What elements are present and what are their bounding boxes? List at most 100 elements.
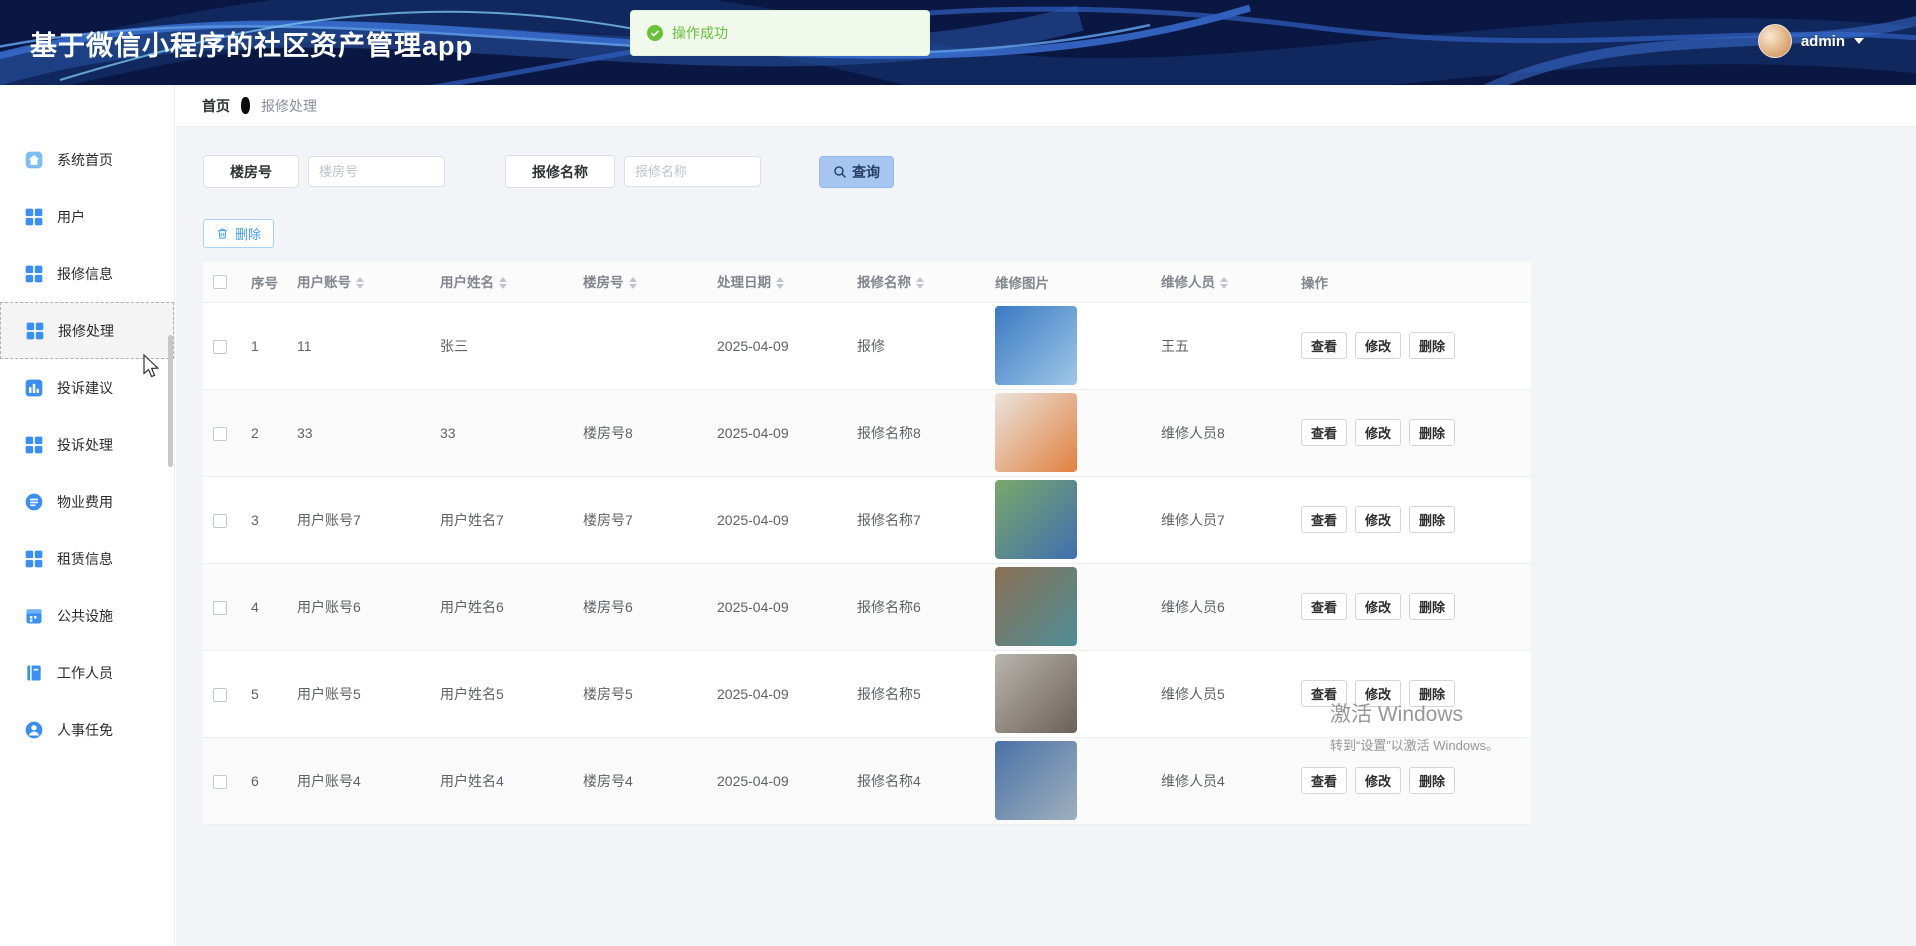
sidebar-item-5[interactable]: 投诉处理 [0, 416, 174, 473]
repair-photo[interactable] [995, 567, 1077, 646]
table-header-row: 序号用户账号用户姓名楼房号处理日期报修名称维修图片维修人员操作 [203, 262, 1531, 302]
repair-photo[interactable] [995, 741, 1077, 820]
user-menu[interactable]: admin [1758, 24, 1864, 58]
view-button[interactable]: 查看 [1301, 767, 1347, 794]
select-all-checkbox[interactable] [213, 275, 227, 289]
cell-repair: 报修名称4 [847, 737, 985, 824]
book-icon [24, 663, 44, 683]
row-checkbox[interactable] [213, 514, 227, 528]
cell-date: 2025-04-09 [707, 302, 847, 389]
column-label: 报修名称 [857, 275, 911, 290]
user-icon [24, 720, 44, 740]
repair-name-input[interactable] [624, 156, 761, 187]
row-checkbox[interactable] [213, 340, 227, 354]
table-row: 23333楼房号82025-04-09报修名称8维修人员8查看修改删除 [203, 389, 1531, 476]
row-checkbox[interactable] [213, 601, 227, 615]
cell-account: 用户账号7 [287, 476, 430, 563]
sort-icon[interactable] [356, 273, 364, 293]
query-button[interactable]: 查询 [819, 156, 894, 188]
sidebar-item-10[interactable]: 人事任免 [0, 701, 174, 758]
cell-index: 1 [241, 302, 287, 389]
bulk-delete-label: 删除 [235, 224, 261, 243]
delete-button[interactable]: 删除 [1409, 506, 1455, 533]
sidebar-item-9[interactable]: 工作人员 [0, 644, 174, 701]
sort-icon[interactable] [776, 273, 784, 293]
breadcrumb-home[interactable]: 首页 [202, 96, 230, 116]
repair-photo[interactable] [995, 306, 1077, 385]
breadcrumb: 首页 报修处理 [176, 85, 1916, 127]
delete-button[interactable]: 删除 [1409, 419, 1455, 446]
row-checkbox[interactable] [213, 427, 227, 441]
column-header-4[interactable]: 处理日期 [707, 262, 847, 302]
cell-account: 11 [287, 302, 430, 389]
sidebar-item-2[interactable]: 报修信息 [0, 245, 174, 302]
edit-button[interactable]: 修改 [1355, 593, 1401, 620]
cell-worker: 维修人员7 [1151, 476, 1291, 563]
column-header-7[interactable]: 维修人员 [1151, 262, 1291, 302]
delete-button[interactable]: 删除 [1409, 767, 1455, 794]
cell-index: 5 [241, 650, 287, 737]
edit-button[interactable]: 修改 [1355, 332, 1401, 359]
sidebar-item-8[interactable]: 公共设施 [0, 587, 174, 644]
building-filter-label-button[interactable]: 楼房号 [203, 155, 299, 188]
cell-building [573, 302, 707, 389]
cell-worker: 维修人员8 [1151, 389, 1291, 476]
menu-icon [24, 492, 44, 512]
sidebar-item-label: 公共设施 [57, 606, 113, 626]
cell-building: 楼房号7 [573, 476, 707, 563]
cell-index: 6 [241, 737, 287, 824]
cell-index: 3 [241, 476, 287, 563]
app-title: 基于微信小程序的社区资产管理app [30, 24, 473, 63]
repair-photo[interactable] [995, 654, 1077, 733]
cell-name: 33 [430, 389, 573, 476]
sidebar-item-1[interactable]: 用户 [0, 188, 174, 245]
chart-icon [24, 378, 44, 398]
toolbar: 删除 [203, 219, 1888, 248]
column-header-1[interactable]: 用户账号 [287, 262, 430, 302]
sort-icon[interactable] [629, 273, 637, 293]
column-header-2[interactable]: 用户姓名 [430, 262, 573, 302]
table-row: 111张三2025-04-09报修王五查看修改删除 [203, 302, 1531, 389]
building-input[interactable] [308, 156, 445, 187]
sidebar-item-label: 物业费用 [57, 492, 113, 512]
repair-name-filter-label-button[interactable]: 报修名称 [505, 155, 615, 188]
column-header-5[interactable]: 报修名称 [847, 262, 985, 302]
row-checkbox[interactable] [213, 775, 227, 789]
column-label: 用户姓名 [440, 275, 494, 290]
bulk-delete-button[interactable]: 删除 [203, 219, 274, 248]
repair-photo[interactable] [995, 480, 1077, 559]
view-button[interactable]: 查看 [1301, 419, 1347, 446]
column-header-3[interactable]: 楼房号 [573, 262, 707, 302]
cell-account: 用户账号4 [287, 737, 430, 824]
avatar[interactable] [1758, 24, 1792, 58]
table-row: 3用户账号7用户姓名7楼房号72025-04-09报修名称7维修人员7查看修改删… [203, 476, 1531, 563]
sort-icon[interactable] [499, 273, 507, 293]
sidebar-item-label: 投诉建议 [57, 378, 113, 398]
cell-index: 2 [241, 389, 287, 476]
sidebar-item-3[interactable]: 报修处理 [0, 302, 174, 359]
repair-photo[interactable] [995, 393, 1077, 472]
row-checkbox[interactable] [213, 688, 227, 702]
cell-building: 楼房号6 [573, 563, 707, 650]
cell-repair: 报修名称5 [847, 650, 985, 737]
sidebar-scrollbar[interactable] [168, 335, 173, 467]
sort-icon[interactable] [1220, 273, 1228, 293]
column-label: 操作 [1301, 276, 1328, 291]
edit-button[interactable]: 修改 [1355, 767, 1401, 794]
sidebar-item-7[interactable]: 租赁信息 [0, 530, 174, 587]
sort-icon[interactable] [916, 273, 924, 293]
sidebar-item-6[interactable]: 物业费用 [0, 473, 174, 530]
delete-button[interactable]: 删除 [1409, 332, 1455, 359]
home-icon [24, 150, 44, 170]
main-panel: 楼房号 报修名称 查询 [176, 127, 1916, 825]
view-button[interactable]: 查看 [1301, 506, 1347, 533]
view-button[interactable]: 查看 [1301, 593, 1347, 620]
delete-button[interactable]: 删除 [1409, 593, 1455, 620]
sidebar-item-0[interactable]: 系统首页 [0, 131, 174, 188]
breadcrumb-separator-icon [241, 97, 250, 114]
edit-button[interactable]: 修改 [1355, 419, 1401, 446]
sidebar-item-label: 报修处理 [58, 321, 114, 341]
view-button[interactable]: 查看 [1301, 332, 1347, 359]
edit-button[interactable]: 修改 [1355, 506, 1401, 533]
column-label: 维修人员 [1161, 275, 1215, 290]
